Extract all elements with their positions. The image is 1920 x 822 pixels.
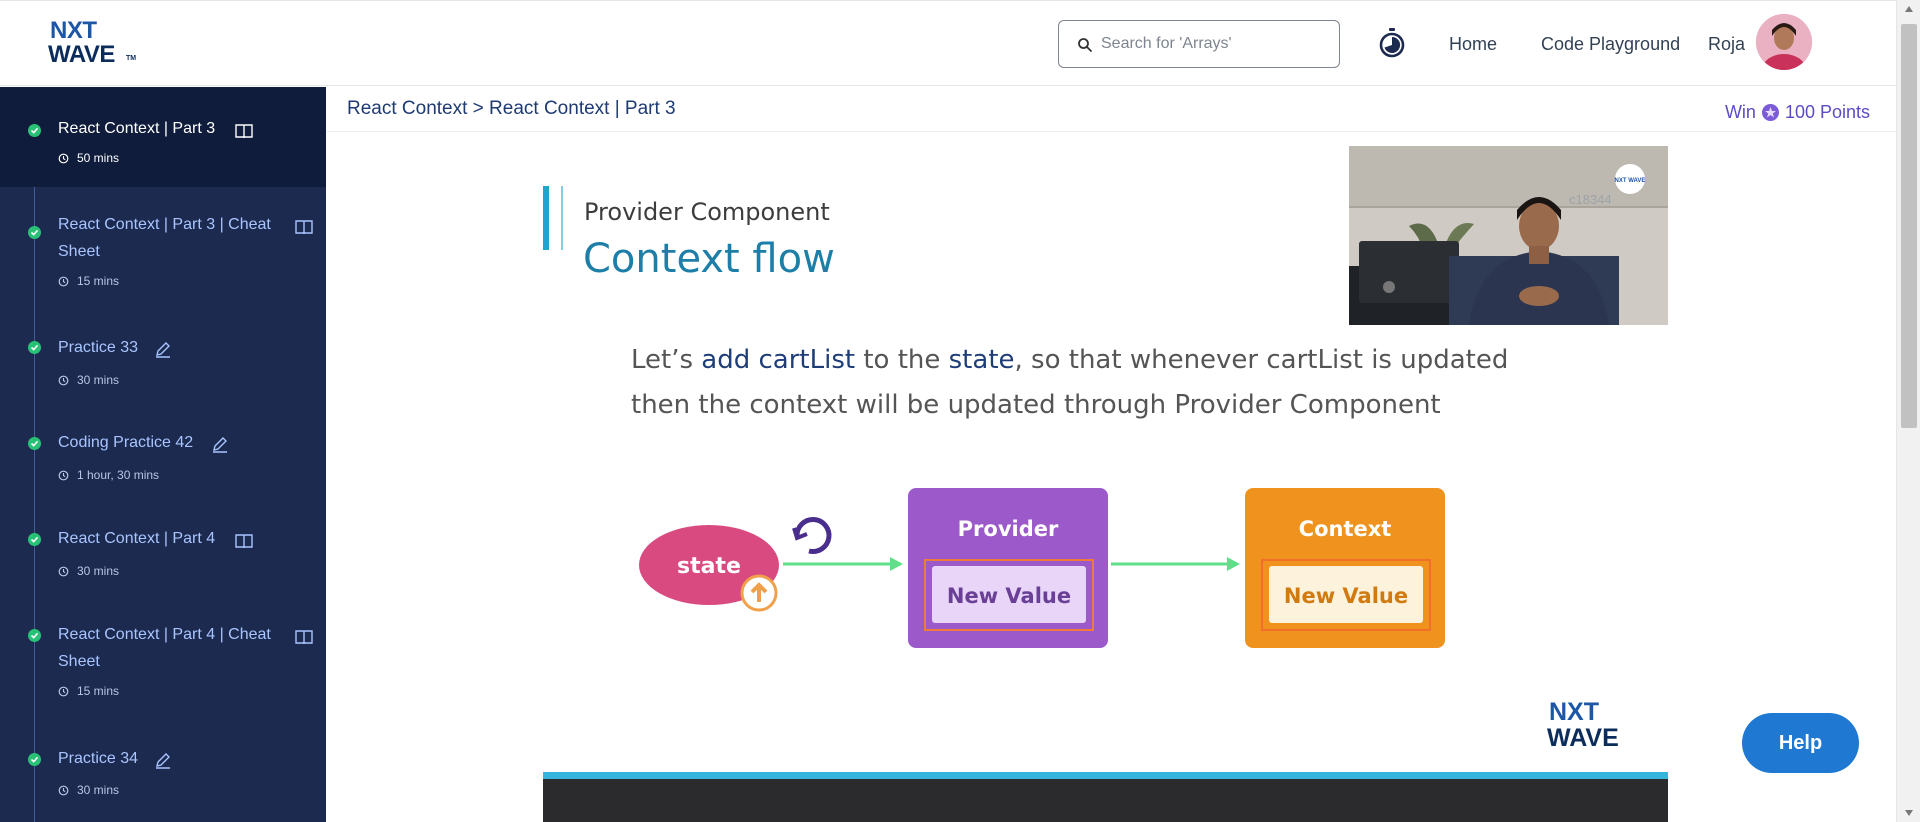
sidebar-item-react-context-part-3[interactable]: React Context | Part 3 50 mins <box>0 87 326 187</box>
sidebar-item-react-context-part-4[interactable]: React Context | Part 4 30 mins <box>0 477 326 578</box>
logo-tm: TM <box>126 55 137 62</box>
video-watermark: c18344 <box>1569 192 1612 207</box>
page-scrollbar[interactable] <box>1896 0 1920 822</box>
course-sidebar: React Context | Part 3 50 mins React Con… <box>0 87 326 822</box>
clock-icon <box>58 686 69 696</box>
sidebar-item-title: Practice 33 <box>58 339 139 356</box>
provider-node-label: Provider <box>958 517 1059 541</box>
search-icon <box>1078 38 1092 52</box>
completed-check-icon <box>28 753 41 766</box>
completed-check-icon <box>28 437 41 450</box>
avatar-image <box>1756 14 1812 70</box>
duration-text: 15 mins <box>77 684 120 698</box>
help-button[interactable]: Help <box>1742 713 1859 773</box>
duration: 15 mins <box>58 274 119 288</box>
sidebar-item-title: Coding Practice 42 <box>58 434 194 451</box>
pencil-icon <box>213 437 227 453</box>
logo-text-top: NXT <box>50 17 97 44</box>
scroll-down-arrow-icon[interactable] <box>1905 810 1913 816</box>
search-input[interactable] <box>1101 31 1327 57</box>
slide-bottom-accent <box>543 772 1668 779</box>
star-coin-icon <box>1761 103 1779 121</box>
subheader-divider <box>326 131 1896 132</box>
breadcrumb[interactable]: React Context > React Context | Part 3 <box>347 98 676 120</box>
context-value: New Value <box>1284 584 1408 608</box>
duration: 30 mins <box>58 783 119 797</box>
sidebar-item-react-context-part-3-cheat-sheet[interactable]: React Context | Part 3 | Cheat Sheet 15 … <box>0 187 326 289</box>
sidebar-item-practice-34[interactable]: Practice 34 30 mins <box>0 697 326 822</box>
refresh-icon <box>792 517 832 554</box>
pencil-icon <box>156 753 170 769</box>
clock-icon <box>58 276 69 286</box>
nxtwave-logo[interactable]: NXT WAVE TM <box>48 19 138 67</box>
scroll-up-arrow-icon[interactable] <box>1905 6 1913 12</box>
user-name[interactable]: Roja <box>1708 33 1745 55</box>
stopwatch-icon[interactable] <box>1378 27 1406 59</box>
slide-nxtwave-logo: NXT WAVE <box>1547 700 1637 756</box>
nav-home-link[interactable]: Home <box>1449 33 1497 55</box>
duration: 50 mins <box>58 151 119 165</box>
slide-logo-bottom: WAVE <box>1547 724 1619 752</box>
book-icon <box>295 220 313 235</box>
pencil-icon <box>156 342 170 358</box>
duration-text: 15 mins <box>77 274 120 288</box>
instructor-video: NXT WAVE c18344 <box>1349 146 1668 325</box>
completed-check-icon <box>28 533 41 546</box>
sidebar-item-title: React Context | Part 3 | Cheat Sheet <box>58 216 271 260</box>
win-points-badge[interactable]: Win 100 Points <box>1725 101 1870 123</box>
nav-code-playground-link[interactable]: Code Playground <box>1541 33 1680 55</box>
sidebar-item-title: React Context | Part 4 | Cheat Sheet <box>58 626 271 670</box>
instructor-frame: NXT WAVE <box>1349 146 1668 325</box>
logo-text-bottom: WAVE <box>48 41 115 68</box>
provider-value: New Value <box>947 584 1071 608</box>
top-header: NXT WAVE TM Home Code Playground Roja <box>0 0 1896 86</box>
clock-icon <box>58 153 69 163</box>
sidebar-item-title: React Context | Part 3 <box>58 120 216 137</box>
sidebar-item-title: Practice 34 <box>58 750 139 767</box>
context-node-label: Context <box>1299 517 1392 541</box>
avatar[interactable] <box>1756 14 1812 70</box>
video-controls-bar[interactable] <box>543 779 1668 822</box>
sidebar-item-title: React Context | Part 4 <box>58 530 216 547</box>
book-icon <box>295 630 313 645</box>
duration-text: 30 mins <box>77 783 120 797</box>
completed-check-icon <box>28 226 41 239</box>
book-icon <box>235 534 253 549</box>
sidebar-item-react-context-part-4-cheat-sheet[interactable]: React Context | Part 4 | Cheat Sheet 15 … <box>0 573 326 698</box>
sidebar-item-practice-33[interactable]: Practice 33 30 mins <box>0 289 326 387</box>
completed-check-icon <box>28 629 41 642</box>
state-node-label: state <box>677 554 741 579</box>
scroll-thumb[interactable] <box>1901 24 1917 428</box>
book-icon <box>235 124 253 139</box>
slide-logo-top: NXT <box>1549 698 1599 726</box>
sidebar-item-coding-practice-42[interactable]: Coding Practice 42 1 hour, 30 mins <box>0 381 326 482</box>
duration-text: 50 mins <box>77 151 120 165</box>
win-label: Win <box>1724 102 1756 122</box>
pip-logo-text: NXT WAVE <box>1615 178 1646 184</box>
completed-check-icon <box>28 124 41 137</box>
duration: 15 mins <box>58 684 119 698</box>
clock-icon <box>58 785 69 795</box>
search-box[interactable] <box>1058 20 1340 68</box>
win-points-value: 100 Points <box>1784 102 1870 122</box>
completed-check-icon <box>28 341 41 354</box>
